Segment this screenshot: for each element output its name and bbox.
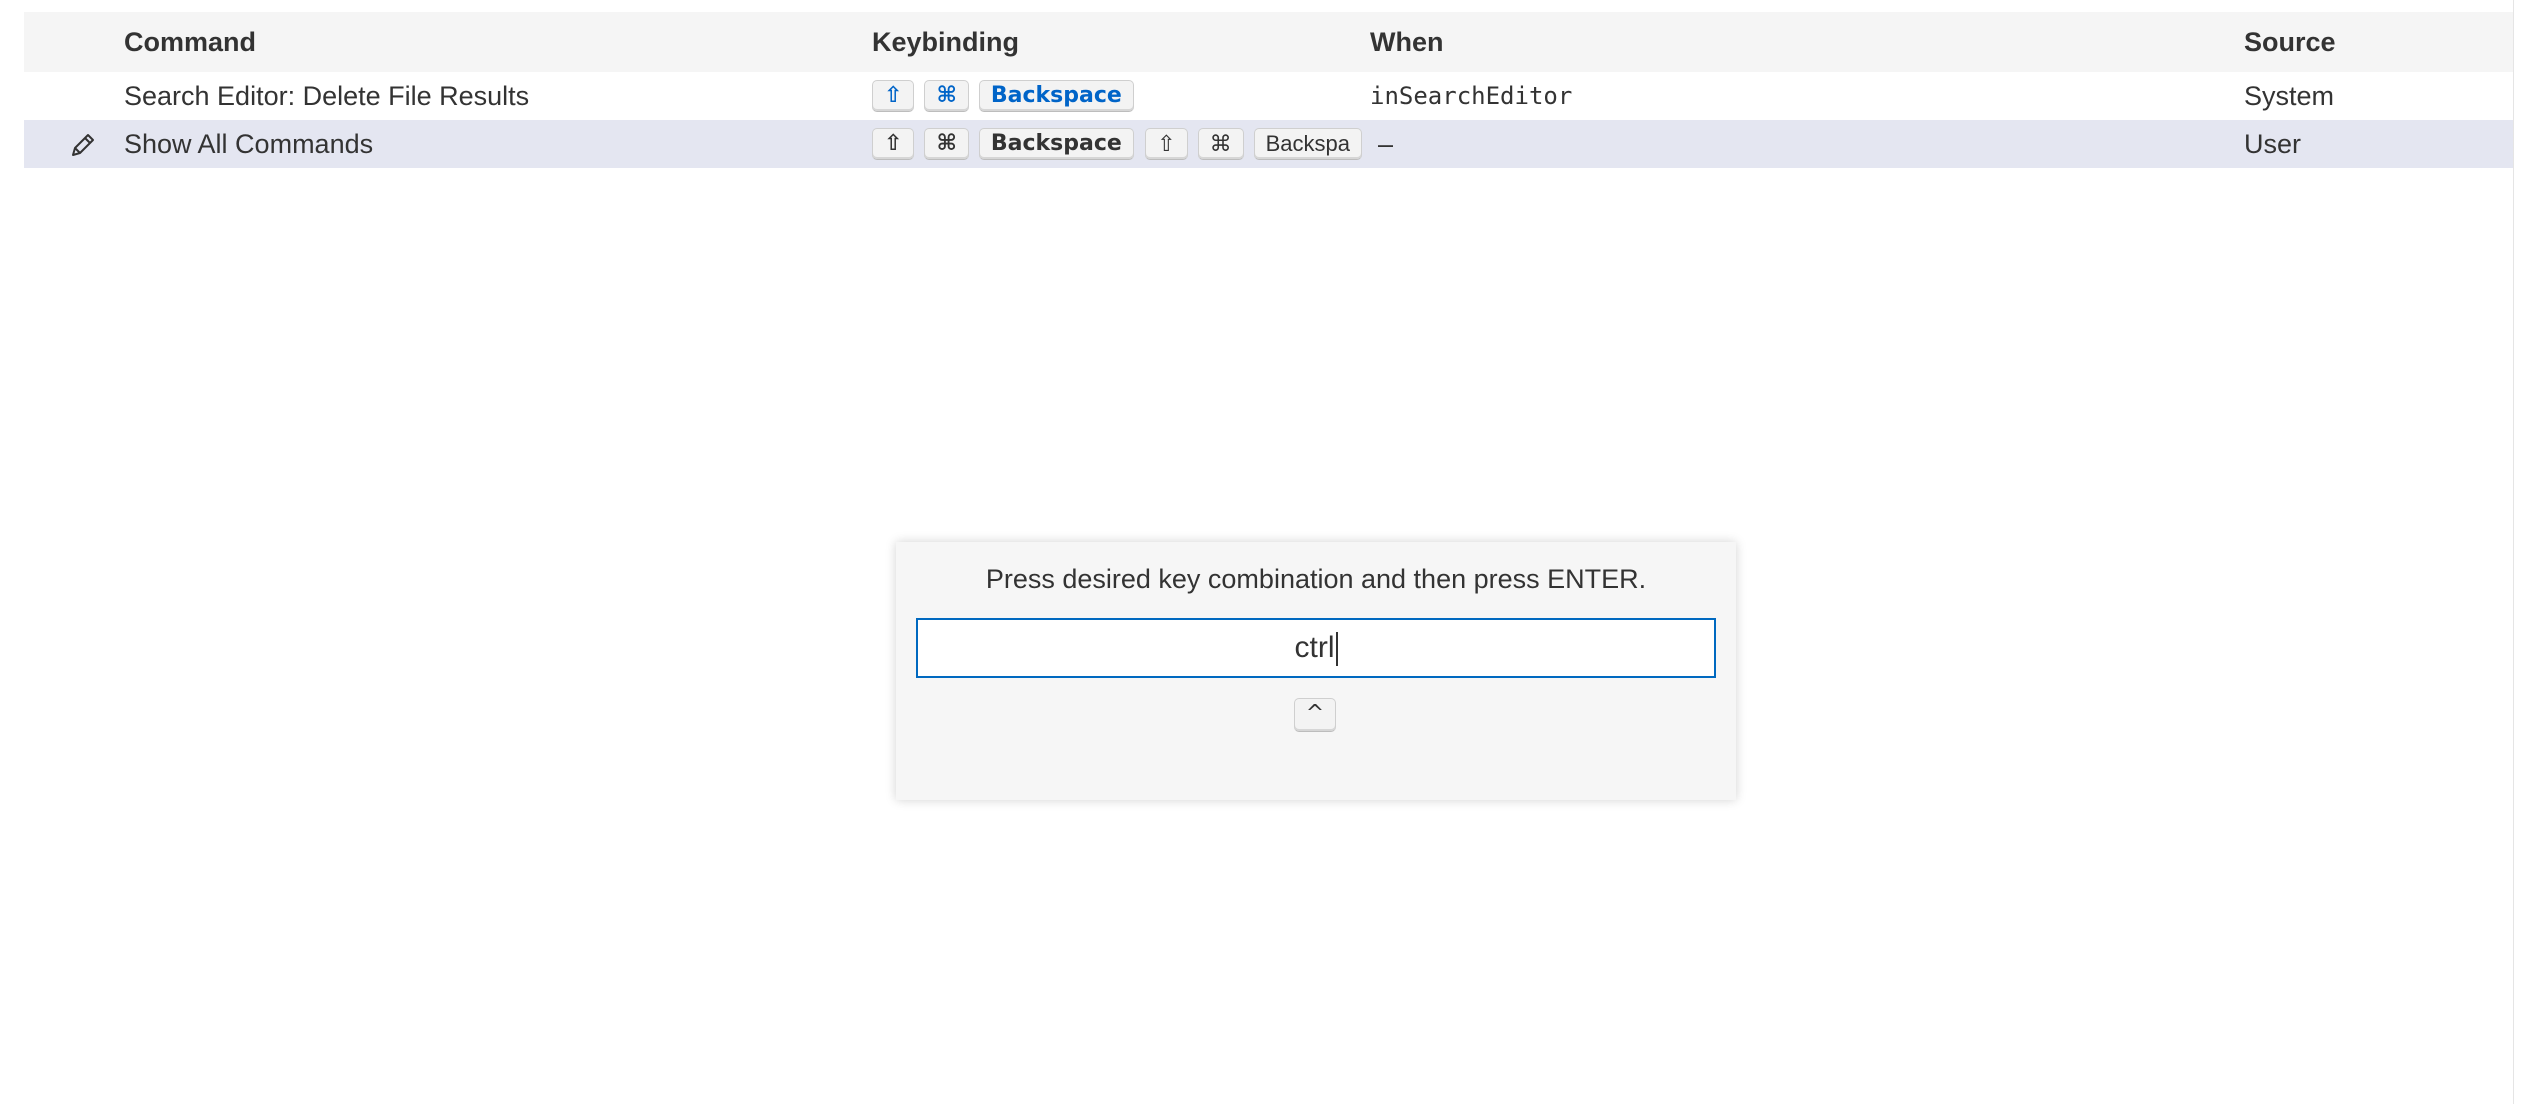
key-shift: ⇧ [872,128,915,160]
when-clause: inSearchEditor [1370,82,1573,110]
column-header-command[interactable]: Command [124,12,256,72]
key-backspace: Backspace [978,128,1134,160]
key-command: ⌘ [924,128,969,160]
text-caret [1335,632,1338,667]
keybinding-input-value: ctrl [1294,631,1335,664]
key-command: ⌘ [924,80,969,112]
define-keybinding-widget: Press desired key combination and then p… [896,542,1736,800]
command-label: Show All Commands [124,129,374,159]
when-clause: – [1378,129,1394,159]
source-label: System [2244,81,2335,111]
key-control: ^ [1294,698,1336,732]
dialog-message: Press desired key combination and then p… [985,564,1647,594]
pencil-icon[interactable] [68,130,98,160]
column-header-when[interactable]: When [1370,12,1444,72]
key-command: ⌘ [1197,128,1244,160]
key-backspace: Backspa [1253,128,1362,160]
source-label: User [2244,129,2302,159]
table-header: Command Keybinding When Source [24,12,2514,72]
keybinding-label: ⇧ ⌘ Backspace [872,72,1372,120]
command-label: Search Editor: Delete File Results [124,81,530,111]
keybinding-label: ⇧ ⌘ Backspace ⇧ ⌘ Backspa [872,120,1372,168]
key-shift: ⇧ [872,80,915,112]
column-header-keybinding[interactable]: Keybinding [872,12,1019,72]
key-backspace: Backspace [978,80,1134,112]
keybinding-input[interactable]: ctrl [916,618,1716,678]
vertical-scrollbar[interactable] [2513,0,2522,1104]
table-row[interactable]: Search Editor: Delete File Results ⇧ ⌘ B… [24,72,2514,120]
column-header-source[interactable]: Source [2244,12,2336,72]
table-row[interactable]: Show All Commands ⇧ ⌘ Backspace ⇧ ⌘ Back… [24,120,2514,168]
key-shift: ⇧ [1145,128,1188,160]
